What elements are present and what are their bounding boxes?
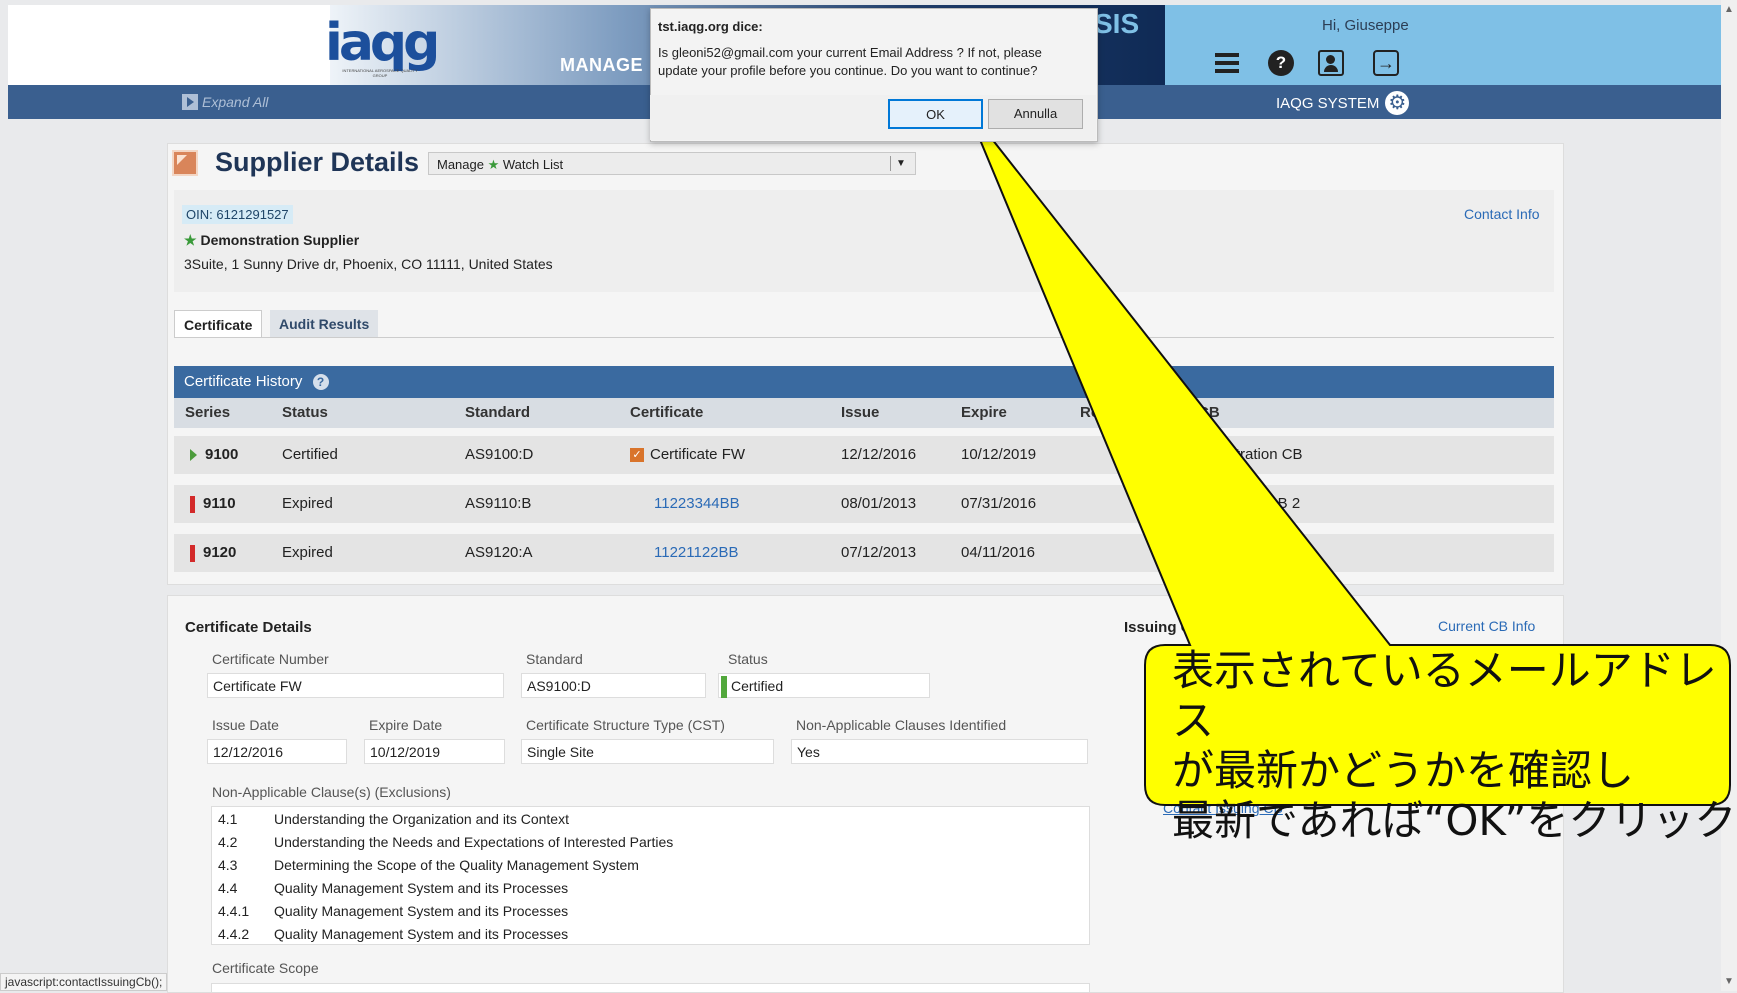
callout-line: 最新であれば“OK”をクリック (1172, 796, 1737, 845)
dialog-message: Is gleoni52@gmail.com your current Email… (658, 45, 1042, 78)
callout-line: が最新かどうかを確認し (1172, 746, 1635, 795)
ok-button[interactable]: OK (888, 99, 983, 129)
callout-line: 表示されているメールアドレス (1172, 646, 1717, 745)
callout-text: 表示されているメールアドレス が最新かどうかを確認し 最新であれば“OK”をクリ… (1172, 646, 1737, 846)
dialog-title: tst.iaqg.org dice: (658, 19, 763, 34)
cancel-button[interactable]: Annulla (988, 99, 1083, 129)
